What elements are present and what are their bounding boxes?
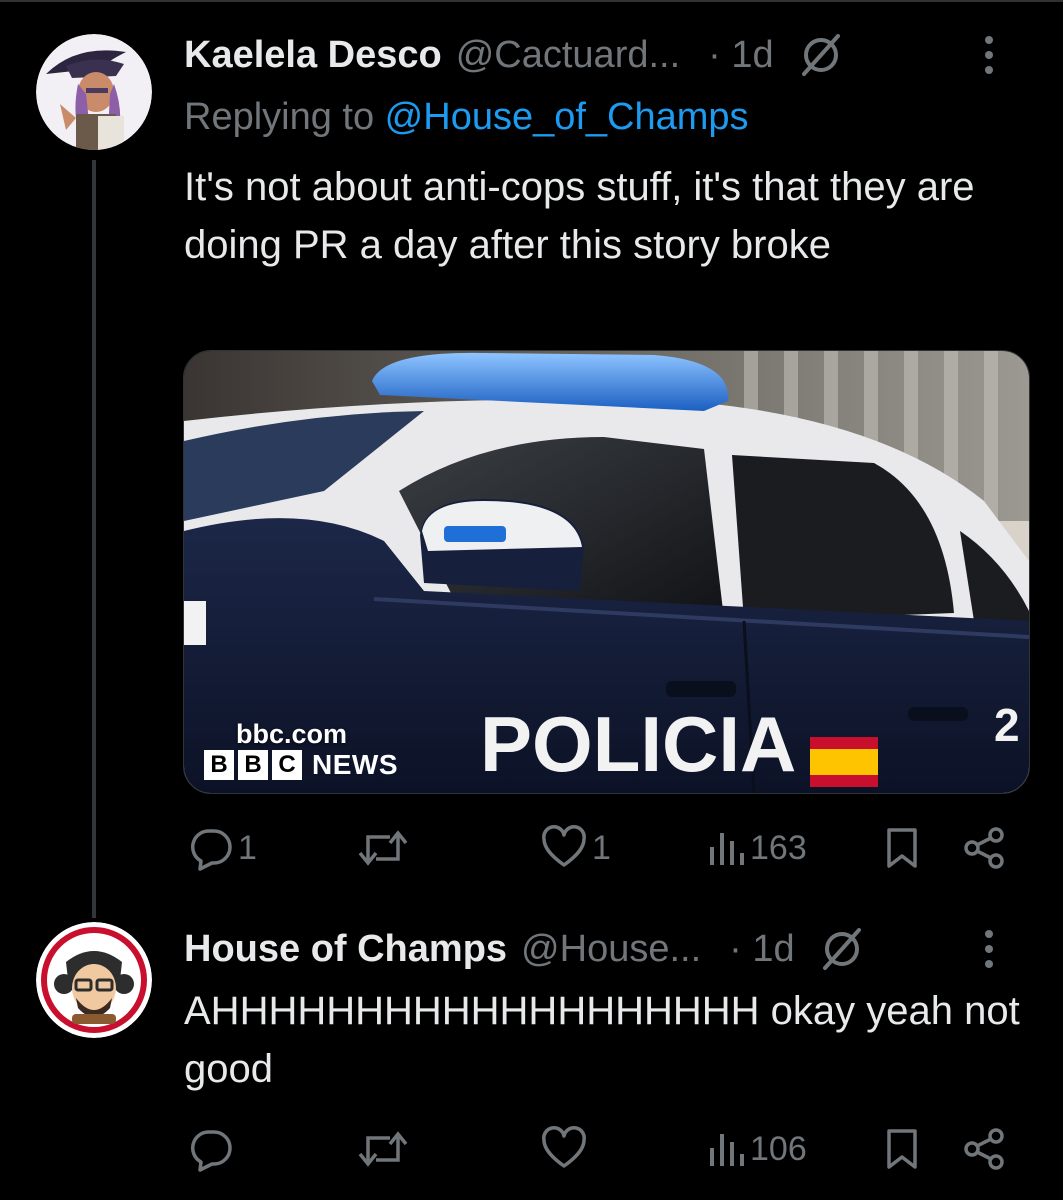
views-button[interactable]: 163 [706,823,807,873]
replying-prefix: Replying to [184,96,385,138]
tweet-header: House of Champs @House... · 1d [184,924,1033,974]
bookmark-icon [887,828,917,868]
view-count: 163 [750,828,807,867]
bookmark-button[interactable] [884,1124,920,1174]
avatar-kaelela[interactable] [36,34,152,150]
user-handle[interactable]: @Cactuard... [456,34,680,77]
timestamp[interactable]: · 1d [729,928,794,971]
share-button[interactable] [962,823,1008,873]
tweet-header: Kaelela Desco @Cactuard... · 1d [184,30,1033,80]
share-button[interactable] [962,1124,1008,1174]
reply-count: 1 [238,828,257,867]
share-icon [964,827,1004,869]
tweet-text: AHHHHHHHHHHHHHHHHHHH okay yeah not good [184,989,1020,1091]
avatar-house-of-champs[interactable] [36,922,152,1038]
bbc-logo-letter: C [272,750,302,780]
avatar-kaelela-image [36,34,152,150]
user-handle[interactable]: @House... [521,928,701,971]
heart-icon [542,1126,586,1168]
repost-button[interactable] [356,823,414,873]
like-button[interactable] [540,1124,592,1174]
card-domain: bbc.com [236,719,348,749]
bookmark-button[interactable] [884,823,920,873]
grok-slashed-circle-icon[interactable] [819,926,865,972]
repost-arrows-icon [358,830,408,866]
repost-button[interactable] [356,1124,414,1174]
display-name[interactable]: House of Champs [184,928,507,971]
bbc-logo-news: NEWS [312,749,398,780]
reply-button[interactable]: 1 [188,823,257,873]
tweet-house-of-champs[interactable]: House of Champs @House... · 1d AHHHHHHHH… [0,900,1063,1200]
more-options-icon[interactable] [983,34,995,76]
policia-text: POLICIA [480,700,796,788]
tweet-kaelela[interactable]: Kaelela Desco @Cactuard... · 1d Replying… [0,0,1063,900]
tweet-actions: 1 1 163 [184,823,1014,873]
bbc-logo-letter: B [204,750,234,780]
reply-speech-bubble-icon [191,829,232,871]
repost-arrows-icon [358,1131,408,1167]
more-options-icon[interactable] [983,928,995,970]
heart-icon [542,825,586,867]
tweet-actions: 106 [184,1124,1014,1174]
replying-to-mention[interactable]: @House_of_Champs [385,96,749,138]
view-count: 106 [750,1129,807,1168]
views-button[interactable]: 106 [706,1124,807,1174]
svg-text:2: 2 [994,699,1020,751]
link-card-image[interactable]: POLICIA 2 bbc.com B B C NEWS [183,350,1030,794]
bbc-logo-letter: B [238,750,268,780]
reply-speech-bubble-icon [191,1130,232,1172]
avatar-house-of-champs-image [36,922,152,1038]
tweet-text: It's not about anti-cops stuff, it's tha… [184,165,975,267]
bbc-news-logo: B B C NEWS [204,749,398,781]
views-bar-chart-icon [710,833,744,865]
share-icon [964,1128,1004,1170]
like-button[interactable]: 1 [540,823,611,873]
grok-slashed-circle-icon[interactable] [798,32,844,78]
like-count: 1 [592,828,611,867]
display-name[interactable]: Kaelela Desco [184,34,442,77]
timestamp[interactable]: · 1d [708,34,773,77]
replying-to-line: Replying to @House_of_Champs [184,96,749,139]
bookmark-icon [887,1129,917,1169]
views-bar-chart-icon [710,1134,744,1166]
reply-button[interactable] [188,1124,238,1174]
